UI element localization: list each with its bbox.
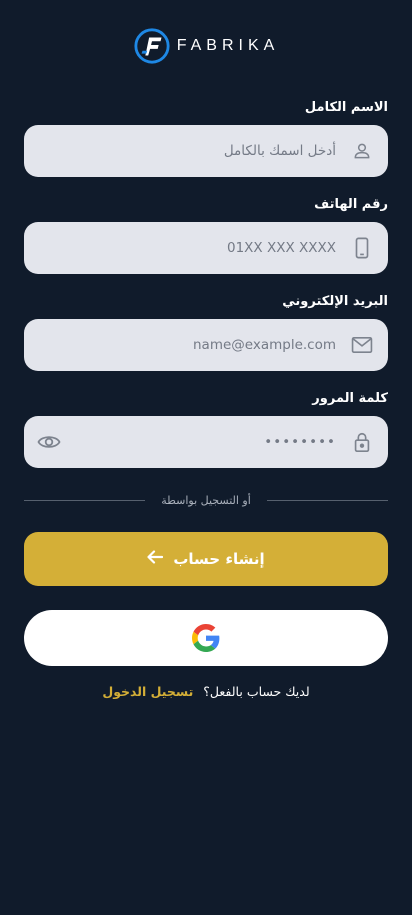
create-account-button[interactable]: إنشاء حساب (24, 532, 388, 586)
fullname-input[interactable]: أدخل اسمك بالكامل (24, 125, 388, 177)
divider-line-left (24, 499, 146, 501)
user-icon (350, 139, 374, 163)
divider-line-right (266, 499, 388, 501)
email-input[interactable]: name@example.com (24, 319, 388, 371)
phone-input[interactable]: 01XX XXX XXXX (24, 222, 388, 274)
have-account-text: لديك حساب بالفعل؟ (203, 683, 310, 699)
fabrika-logo-icon (134, 28, 170, 64)
login-prompt: لديك حساب بالفعل؟ تسجيل الدخول (0, 681, 412, 701)
create-account-label: إنشاء حساب (173, 550, 265, 568)
phone-placeholder: 01XX XXX XXXX (227, 240, 336, 256)
brand-name: FABRIKA (176, 37, 280, 54)
password-input[interactable]: •••••••• (24, 416, 388, 468)
email-placeholder: name@example.com (192, 337, 336, 353)
arrow-left-icon (147, 550, 164, 568)
email-label: البريد الإلكتروني (282, 294, 388, 309)
password-value: •••••••• (264, 434, 336, 450)
divider-text: أو التسجيل بواسطة (161, 493, 251, 507)
google-signin-button[interactable] (24, 610, 388, 666)
google-icon (192, 624, 220, 652)
fullname-placeholder: أدخل اسمك بالكامل (223, 143, 336, 159)
brand-logo: FABRIKA (0, 27, 412, 65)
phone-label: رقم الهاتف (314, 197, 388, 212)
or-divider: أو التسجيل بواسطة (24, 491, 388, 509)
password-label: كلمة المرور (312, 391, 388, 406)
lock-icon (350, 430, 374, 454)
phone-icon (350, 236, 374, 260)
mail-icon (350, 333, 374, 357)
eye-icon[interactable] (37, 430, 61, 454)
login-link[interactable]: تسجيل الدخول (102, 684, 193, 699)
fullname-label: الاسم الكامل (304, 100, 388, 115)
